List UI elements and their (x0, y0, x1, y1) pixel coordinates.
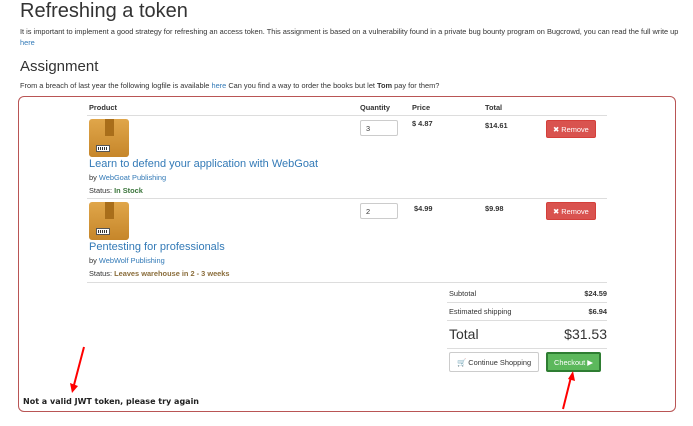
logfile-link[interactable]: here (211, 81, 226, 90)
product-name-link[interactable]: Pentesting for professionals (89, 241, 225, 253)
item-total: $9.98 (485, 204, 504, 213)
subtotal-label: Subtotal (449, 289, 477, 298)
quantity-input[interactable]: 2 (360, 203, 398, 219)
breach-text-before: From a breach of last year the following… (20, 81, 210, 90)
remove-label: Remove (561, 125, 589, 134)
feedback-message: Not a valid JWT token, please try again (23, 397, 200, 406)
grand-total-label: Total (449, 326, 479, 342)
cart-icon: 🛒 (457, 358, 467, 367)
status-label: Status: (89, 269, 113, 278)
summary-divider (447, 302, 607, 303)
item-total: $14.61 (485, 121, 508, 130)
remove-button[interactable]: ✖ Remove (546, 120, 596, 138)
quantity-input[interactable]: 3 (360, 120, 398, 136)
product-status: Status: Leaves warehouse in 2 - 3 weeks (89, 269, 230, 278)
subtotal-value: $24.59 (584, 289, 607, 298)
product-publisher: by WebWolf Publishing (89, 256, 165, 265)
breach-paragraph: From a breach of last year the following… (20, 81, 439, 90)
intro-paragraph: It is important to implement a good stra… (20, 26, 680, 48)
annotation-arrow-icon (70, 346, 85, 393)
status-value: In Stock (114, 186, 143, 195)
summary-divider (447, 348, 607, 349)
times-icon: ✖ (553, 125, 560, 134)
publisher-link[interactable]: WebWolf Publishing (99, 256, 165, 265)
shipping-value: $6.94 (588, 307, 608, 316)
shipping-label: Estimated shipping (449, 307, 512, 316)
play-icon: ▶ (587, 358, 593, 367)
continue-shopping-button[interactable]: 🛒 Continue Shopping (449, 352, 540, 372)
grand-total-value: $31.53 (564, 326, 607, 342)
book-box-icon (89, 202, 129, 240)
continue-label: Continue Shopping (468, 358, 532, 367)
summary-divider (447, 320, 607, 321)
intro-text: It is important to implement a good stra… (20, 27, 679, 36)
product-status: Status: In Stock (89, 186, 143, 195)
breach-text-after: pay for them? (394, 81, 440, 90)
page-title: Refreshing a token (20, 0, 188, 22)
status-value: Leaves warehouse in 2 - 3 weeks (114, 269, 230, 278)
by-label: by (89, 256, 97, 265)
row-divider (87, 282, 607, 283)
header-product: Product (89, 103, 117, 112)
item-price: $ 4.87 (412, 119, 433, 128)
by-label: by (89, 173, 97, 182)
status-label: Status: (89, 186, 113, 195)
book-box-icon (89, 119, 129, 157)
assignment-heading: Assignment (20, 58, 99, 75)
header-total: Total (485, 103, 503, 112)
product-name-link[interactable]: Learn to defend your application with We… (89, 158, 318, 170)
header-quantity: Quantity (360, 103, 390, 112)
write-up-link[interactable]: here (20, 38, 35, 47)
header-divider (87, 115, 607, 116)
breach-text-middle: Can you find a way to order the books bu… (228, 81, 375, 90)
header-price: Price (412, 103, 431, 112)
breach-name: Tom (377, 81, 393, 90)
shopping-cart: Product Quantity Price Total Learn to de… (18, 96, 676, 412)
row-divider (87, 198, 607, 199)
times-icon: ✖ (553, 207, 560, 216)
product-publisher: by WebGoat Publishing (89, 173, 166, 182)
annotation-arrow-icon (562, 371, 575, 410)
item-price: $4.99 (414, 204, 433, 213)
remove-label: Remove (561, 207, 589, 216)
remove-button[interactable]: ✖ Remove (546, 202, 596, 220)
publisher-link[interactable]: WebGoat Publishing (99, 173, 166, 182)
checkout-label: Checkout (554, 358, 586, 367)
